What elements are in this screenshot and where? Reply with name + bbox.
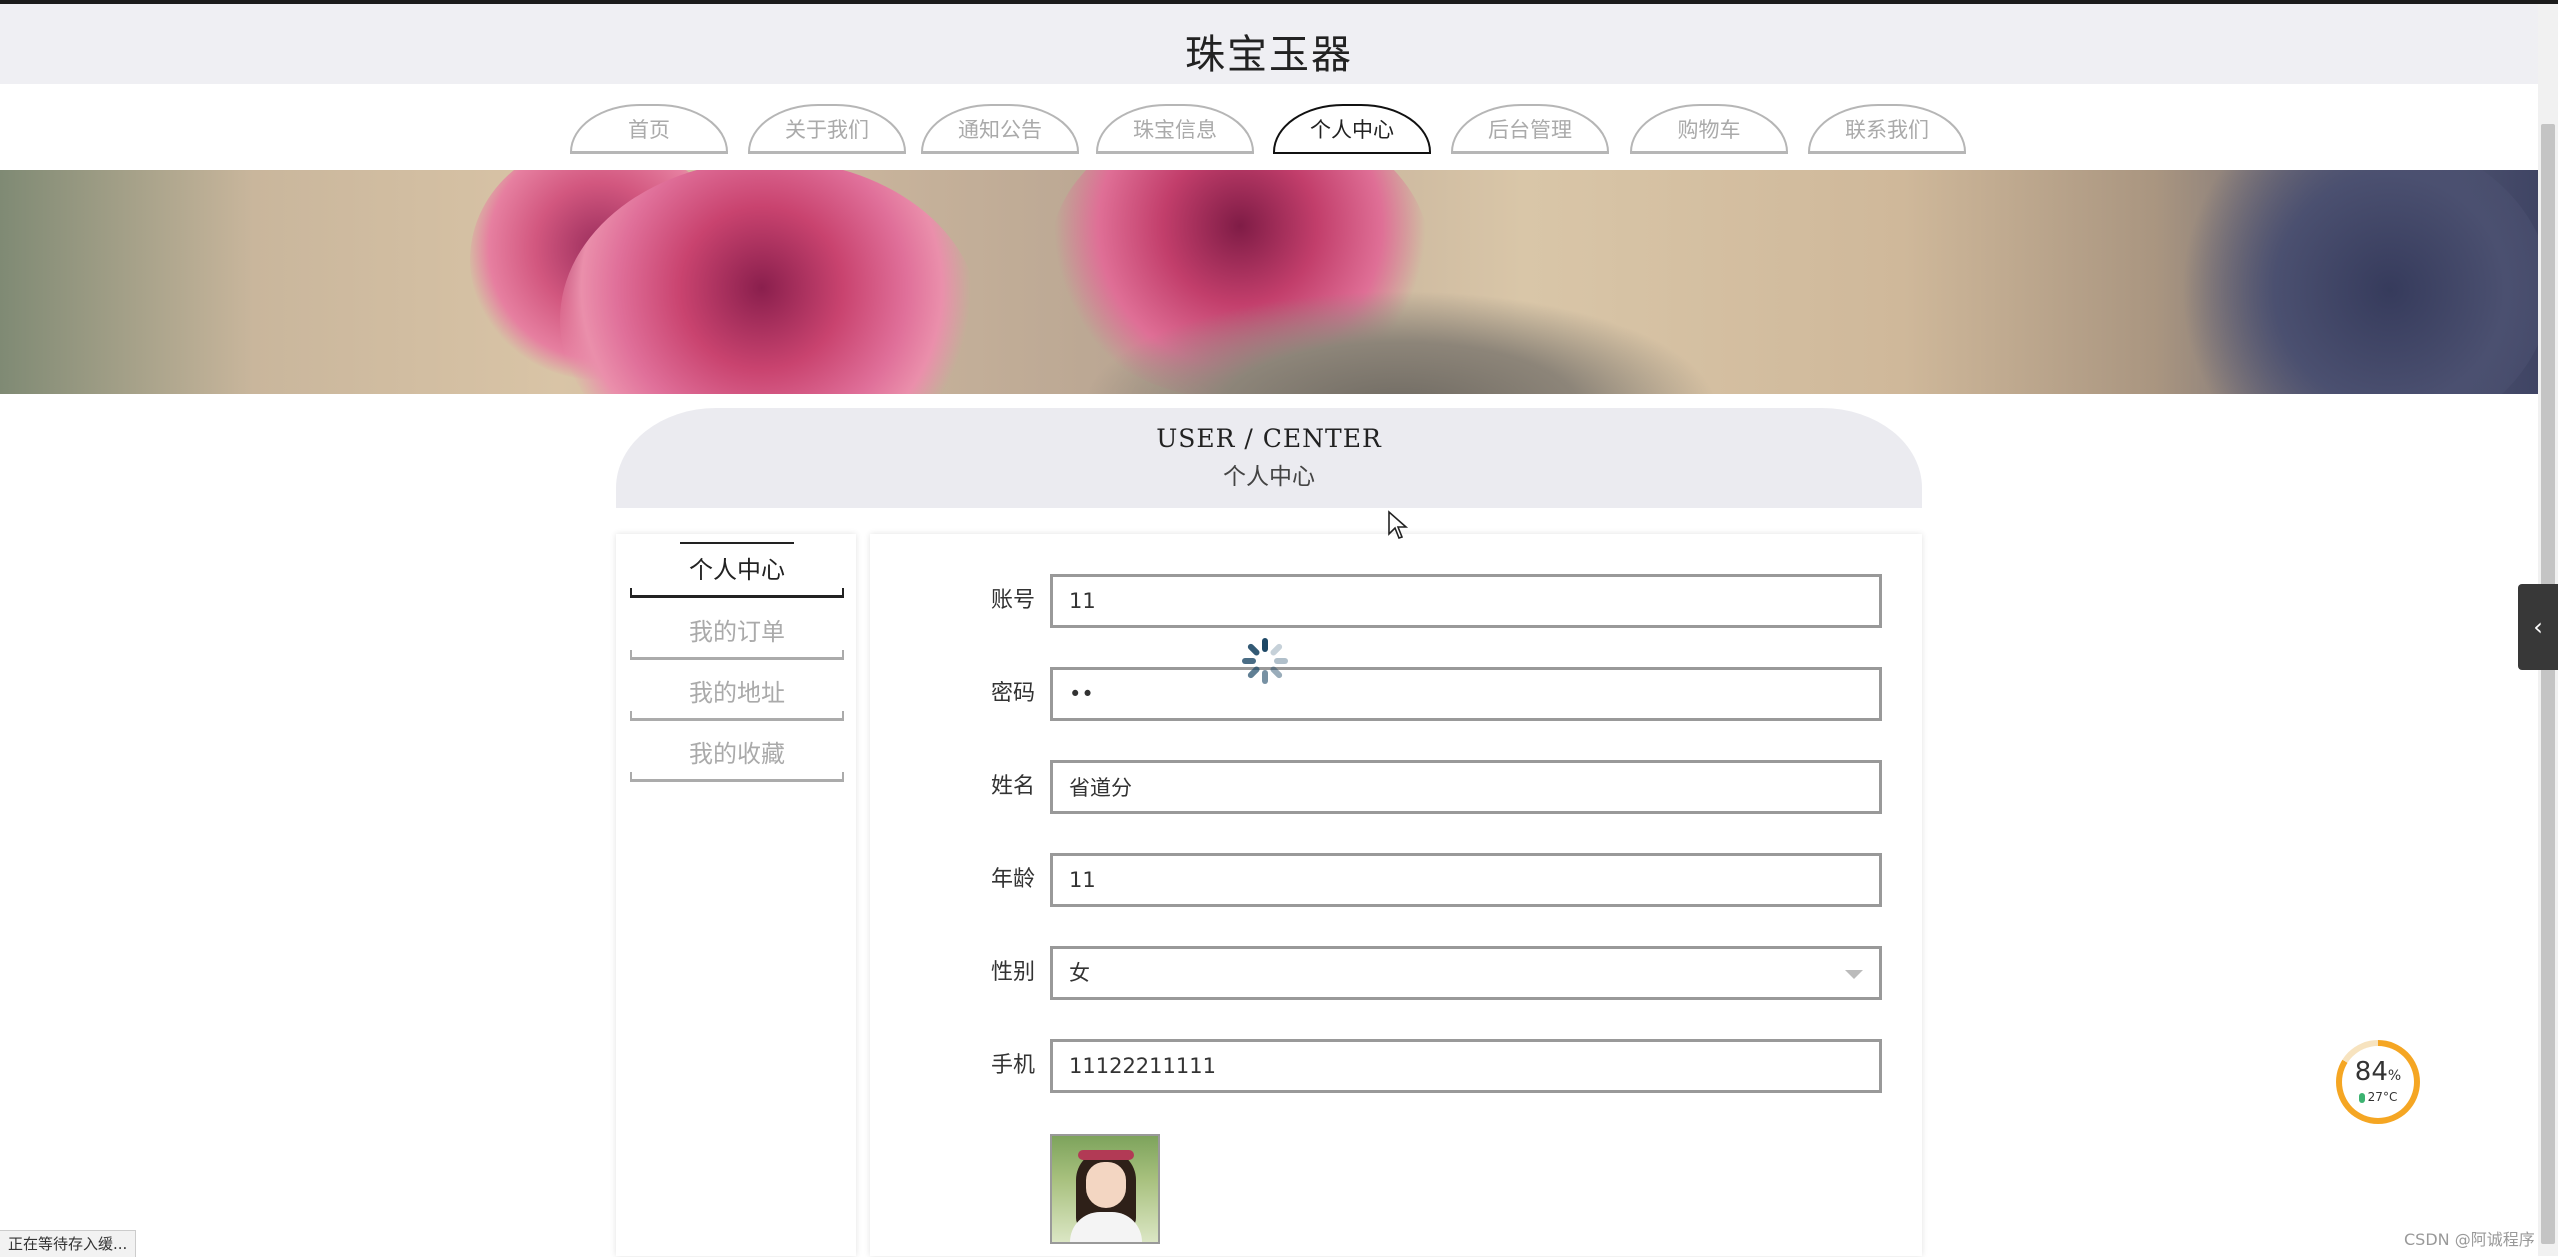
sidebar-item-addresses[interactable]: 我的地址 bbox=[630, 665, 844, 721]
gender-row: 性别 女 bbox=[870, 946, 1922, 1000]
nav-item-admin[interactable]: 后台管理 bbox=[1451, 104, 1609, 154]
user-sidebar: 个人中心 我的订单 我的地址 我的收藏 bbox=[616, 534, 856, 1256]
main-nav: 首页 关于我们 通知公告 珠宝信息 个人中心 后台管理 购物车 联系我们 bbox=[0, 84, 2538, 170]
nav-item-contact[interactable]: 联系我们 bbox=[1808, 104, 1966, 154]
nav-item-home[interactable]: 首页 bbox=[570, 104, 728, 154]
password-input[interactable] bbox=[1050, 667, 1882, 721]
nav-item-user-center[interactable]: 个人中心 bbox=[1273, 104, 1431, 154]
chevron-left-icon[interactable]: ‹ bbox=[2518, 584, 2558, 670]
site-header: 珠宝玉器 bbox=[0, 4, 2538, 84]
section-header: USER / CENTER 个人中心 bbox=[616, 408, 1922, 508]
performance-percent: 84% bbox=[2354, 1057, 2402, 1087]
sidebar-item-label: 个人中心 bbox=[689, 556, 785, 584]
chevron-down-icon bbox=[1845, 970, 1863, 979]
name-row: 姓名 bbox=[870, 760, 1922, 814]
age-label: 年龄 bbox=[990, 867, 1035, 892]
profile-form: 账号 密码 姓名 年龄 性别 女 手机 bbox=[870, 534, 1922, 1256]
active-tab-cap bbox=[680, 542, 794, 544]
performance-gauge[interactable]: 84% 27°C bbox=[2336, 1040, 2420, 1124]
nav-item-jewelry[interactable]: 珠宝信息 bbox=[1096, 104, 1254, 154]
avatar-face bbox=[1086, 1162, 1126, 1208]
name-label: 姓名 bbox=[990, 774, 1035, 799]
nav-item-notices[interactable]: 通知公告 bbox=[921, 104, 1079, 154]
password-label: 密码 bbox=[990, 681, 1035, 706]
sidebar-item-label: 我的订单 bbox=[689, 618, 785, 646]
mouse-cursor-icon bbox=[1388, 510, 1409, 539]
loading-spinner-icon bbox=[1240, 636, 1290, 686]
sidebar-item-orders[interactable]: 我的订单 bbox=[630, 604, 844, 660]
account-row: 账号 bbox=[870, 574, 1922, 628]
sidebar-item-user-center[interactable]: 个人中心 bbox=[630, 542, 844, 598]
account-input[interactable] bbox=[1050, 574, 1882, 628]
gender-label: 性别 bbox=[990, 960, 1035, 985]
sidebar-item-label: 我的收藏 bbox=[689, 740, 785, 768]
nav-item-about[interactable]: 关于我们 bbox=[748, 104, 906, 154]
performance-gauge-inner: 84% 27°C bbox=[2342, 1046, 2414, 1118]
watermark: CSDN @阿诚程序 bbox=[2404, 1230, 2535, 1249]
page-scrollbar-thumb[interactable] bbox=[2541, 124, 2555, 1244]
sidebar-item-label: 我的地址 bbox=[689, 679, 785, 707]
gender-selected-value: 女 bbox=[1069, 961, 1090, 985]
leaf-icon bbox=[2358, 1092, 2365, 1103]
phone-input[interactable] bbox=[1050, 1039, 1882, 1093]
password-row: 密码 bbox=[870, 667, 1922, 721]
account-label: 账号 bbox=[990, 588, 1035, 613]
sidebar-item-favorites[interactable]: 我的收藏 bbox=[630, 726, 844, 782]
gender-select[interactable]: 女 bbox=[1050, 946, 1882, 1000]
performance-temperature: 27°C bbox=[2342, 1090, 2414, 1104]
banner-image bbox=[0, 170, 2538, 394]
browser-status-bar: 正在等待存入缓... bbox=[0, 1230, 137, 1257]
age-input[interactable] bbox=[1050, 853, 1882, 907]
site-title: 珠宝玉器 bbox=[1185, 32, 1353, 78]
nav-item-cart[interactable]: 购物车 bbox=[1630, 104, 1788, 154]
section-title-cn: 个人中心 bbox=[1223, 464, 1315, 490]
avatar-image[interactable] bbox=[1050, 1134, 1160, 1244]
age-row: 年龄 bbox=[870, 853, 1922, 907]
section-title-en: USER / CENTER bbox=[1156, 424, 1382, 453]
name-input[interactable] bbox=[1050, 760, 1882, 814]
phone-label: 手机 bbox=[990, 1053, 1035, 1078]
avatar-headband bbox=[1078, 1150, 1134, 1160]
phone-row: 手机 bbox=[870, 1039, 1922, 1093]
